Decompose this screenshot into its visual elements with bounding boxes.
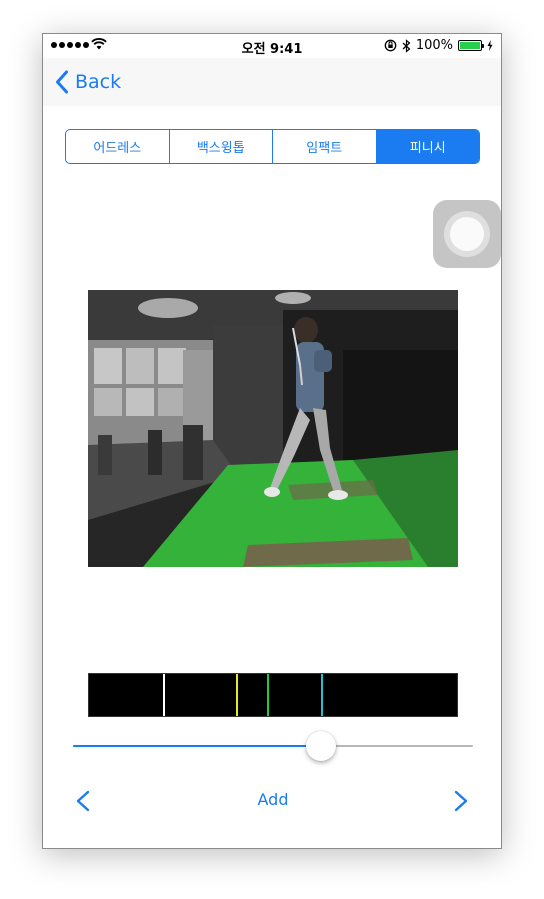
swing-timeline[interactable]: [88, 673, 458, 717]
timeline-marker: [320, 674, 323, 716]
chevron-left-icon: [56, 70, 68, 94]
swing-video-frame: [88, 290, 458, 567]
bluetooth-icon: [402, 38, 411, 53]
slider-fill: [73, 745, 321, 747]
orientation-lock-icon: [384, 39, 397, 52]
assistive-touch-button[interactable]: [433, 200, 501, 268]
previous-frame-button[interactable]: [69, 786, 97, 816]
slider-thumb[interactable]: [306, 731, 336, 761]
segment-address[interactable]: 어드레스: [66, 130, 170, 163]
timeline-marker: [162, 674, 165, 716]
back-button-label: Back: [75, 71, 122, 93]
battery-level: [460, 42, 480, 49]
add-button[interactable]: Add: [223, 787, 323, 813]
phone-screen: 오전 9:41 100% Back 어드레스 백스윙톱 임팩트 피니시 Add: [42, 33, 502, 849]
frame-slider[interactable]: [73, 730, 473, 762]
golf-swing-image: [88, 290, 458, 567]
timeline-marker: [236, 674, 239, 716]
segment-finish[interactable]: 피니시: [376, 130, 479, 163]
segment-impact[interactable]: 임팩트: [273, 130, 377, 163]
swing-phase-segmented-control: 어드레스 백스윙톱 임팩트 피니시: [65, 129, 480, 164]
charging-icon: [487, 40, 493, 51]
battery-percentage: 100%: [415, 38, 453, 53]
chevron-right-icon: [454, 790, 468, 812]
status-bar: 오전 9:41 100%: [43, 34, 501, 58]
next-frame-button[interactable]: [447, 786, 475, 816]
back-button[interactable]: Back: [55, 66, 121, 98]
timeline-marker: [267, 674, 270, 716]
navigation-bar: Back: [43, 58, 501, 106]
battery-icon: [458, 40, 484, 51]
chevron-left-icon: [76, 790, 90, 812]
status-right: 100%: [384, 38, 493, 53]
segment-backswing-top[interactable]: 백스윙톱: [170, 130, 273, 163]
